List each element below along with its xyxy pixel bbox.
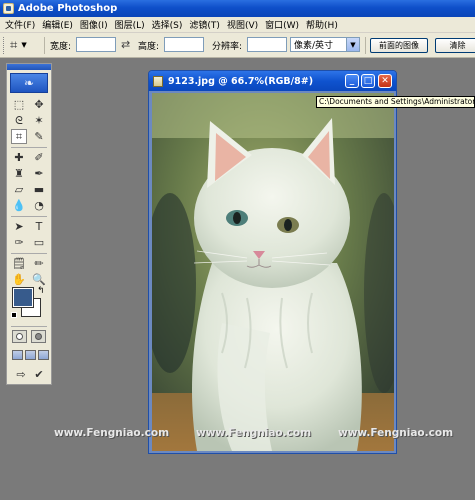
blur-tool-icon[interactable]: 💧 xyxy=(11,198,27,213)
resolution-unit-select[interactable]: 像素/英寸 ▼ xyxy=(290,37,360,52)
magic-wand-tool-icon[interactable]: ✶ xyxy=(31,113,47,128)
notes-tool-icon[interactable]: 🗒 xyxy=(11,256,27,271)
crop-tool-icon[interactable]: ⌗ xyxy=(11,129,27,144)
width-label: 宽度: xyxy=(50,42,72,52)
toolbox-divider xyxy=(11,326,47,327)
watermark-text: www.Fengniao.com xyxy=(54,427,170,439)
toolbox-divider xyxy=(11,147,47,148)
toolbox-panel: ❧ ⬚ ✥ ᘓ ✶ ⌗ ✎ ✚ ✐ ♜ ✒ ▱ ▬ 💧 ◔ ➤ T ✑ ▭ 🗒 … xyxy=(6,63,52,385)
toolbox-divider xyxy=(11,216,47,217)
pen-tool-icon[interactable]: ✑ xyxy=(11,235,27,250)
full-screen-mode-icon[interactable] xyxy=(38,350,49,360)
slice-tool-icon[interactable]: ✎ xyxy=(31,129,47,144)
chevron-down-icon: ▼ xyxy=(21,41,27,49)
document-title: 9123.jpg @ 66.7%(RGB/8#) xyxy=(168,75,314,87)
clone-stamp-tool-icon[interactable]: ♜ xyxy=(11,166,27,181)
height-input[interactable] xyxy=(164,37,204,52)
lasso-tool-icon[interactable]: ᘓ xyxy=(11,113,27,128)
eraser-tool-icon[interactable]: ▱ xyxy=(11,182,27,197)
options-divider xyxy=(365,37,366,54)
menu-edit[interactable]: 编辑(E) xyxy=(40,18,78,31)
crop-icon: ⌗ xyxy=(10,37,18,53)
document-canvas[interactable] xyxy=(152,93,394,451)
brush-tool-icon[interactable]: ✐ xyxy=(31,150,47,165)
gradient-tool-icon[interactable]: ▬ xyxy=(31,182,47,197)
eyedropper-tool-icon[interactable]: ✏ xyxy=(31,256,47,271)
standard-mode-button[interactable] xyxy=(12,330,27,343)
hand-tool-icon[interactable]: ✋ xyxy=(11,272,27,287)
document-icon xyxy=(153,75,163,87)
close-button[interactable]: ✕ xyxy=(378,74,392,88)
document-title-bar[interactable]: 9123.jpg @ 66.7%(RGB/8#) _ □ ✕ xyxy=(149,71,396,91)
swap-colors-icon[interactable]: ↰ xyxy=(37,286,45,296)
options-bar: ⌗ ▼ 宽度: ⇄ 高度: 分辨率: 像素/英寸 ▼ 前面的图像 清除 xyxy=(0,33,475,58)
foreground-color-swatch[interactable] xyxy=(12,287,34,308)
menu-help[interactable]: 帮助(H) xyxy=(304,18,343,31)
resolution-unit-value: 像素/英寸 xyxy=(294,41,334,51)
jump-to-imageready-icon[interactable]: ⇨ xyxy=(13,367,29,382)
tool-preset-picker[interactable]: ⌗ ▼ xyxy=(10,37,40,53)
watermark-text: www.Fengniao.com xyxy=(196,427,312,439)
swap-dimensions-icon[interactable]: ⇄ xyxy=(121,38,130,51)
menu-view[interactable]: 视图(V) xyxy=(225,18,263,31)
photoshop-logo-icon xyxy=(3,3,14,14)
photoshop-feather-icon[interactable]: ❧ xyxy=(10,73,48,93)
front-image-button[interactable]: 前面的图像 xyxy=(370,38,428,53)
check-icon[interactable]: ✔ xyxy=(31,367,47,382)
toolbox-divider xyxy=(11,253,47,254)
menu-image[interactable]: 图像(I) xyxy=(78,18,113,31)
width-input[interactable] xyxy=(76,37,116,52)
resolution-label: 分辨率: xyxy=(212,42,243,52)
healing-brush-tool-icon[interactable]: ✚ xyxy=(11,150,27,165)
watermark-text: www.Fengniao.com xyxy=(338,427,454,439)
file-path-tooltip: C:\Documents and Settings\Administrator\… xyxy=(316,96,475,108)
menu-select[interactable]: 选择(S) xyxy=(150,18,188,31)
app-title: Adobe Photoshop xyxy=(18,3,118,14)
path-selection-tool-icon[interactable]: ➤ xyxy=(11,219,27,234)
height-label: 高度: xyxy=(138,42,160,52)
marquee-tool-icon[interactable]: ⬚ xyxy=(11,97,27,112)
zoom-tool-icon[interactable]: 🔍 xyxy=(31,272,47,287)
default-colors-icon[interactable] xyxy=(11,312,17,318)
clear-button[interactable]: 清除 xyxy=(435,38,475,53)
menu-file[interactable]: 文件(F) xyxy=(3,18,40,31)
full-screen-menubar-mode-icon[interactable] xyxy=(25,350,36,360)
menu-filter[interactable]: 滤镜(T) xyxy=(187,18,225,31)
quick-mask-mode-button[interactable] xyxy=(31,330,46,343)
move-tool-icon[interactable]: ✥ xyxy=(31,97,47,112)
minimize-button[interactable]: _ xyxy=(345,74,359,88)
menu-bar: 文件(F) 编辑(E) 图像(I) 图层(L) 选择(S) 滤镜(T) 视图(V… xyxy=(0,17,475,33)
menu-layer[interactable]: 图层(L) xyxy=(113,18,150,31)
chevron-down-icon: ▼ xyxy=(346,38,359,51)
maximize-button[interactable]: □ xyxy=(361,74,375,88)
shape-tool-icon[interactable]: ▭ xyxy=(31,235,47,250)
toolbox-title-bar[interactable] xyxy=(7,64,51,70)
type-tool-icon[interactable]: T xyxy=(31,219,47,234)
options-bar-grip[interactable] xyxy=(3,37,6,54)
history-brush-tool-icon[interactable]: ✒ xyxy=(31,166,47,181)
dodge-tool-icon[interactable]: ◔ xyxy=(31,198,47,213)
document-window: 9123.jpg @ 66.7%(RGB/8#) _ □ ✕ xyxy=(148,70,397,454)
cat-photo-image xyxy=(152,93,394,451)
resolution-input[interactable] xyxy=(247,37,287,52)
standard-screen-mode-icon[interactable] xyxy=(12,350,23,360)
options-divider xyxy=(44,37,45,54)
app-title-bar: Adobe Photoshop xyxy=(0,0,475,17)
menu-window[interactable]: 窗口(W) xyxy=(263,18,304,31)
